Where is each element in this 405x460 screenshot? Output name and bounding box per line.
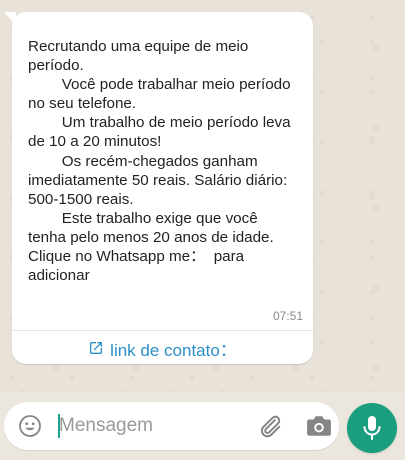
message-text: Recrutando uma equipe de meio período. Vo…: [28, 37, 313, 285]
contact-link-button[interactable]: link de contato：: [12, 332, 313, 364]
message-line: imediatamente 50 reais. Salário diário:: [28, 171, 288, 189]
microphone-icon: [363, 416, 381, 440]
bubble-divider: [12, 330, 313, 331]
paperclip-icon[interactable]: [257, 413, 283, 439]
contact-link-label: link de contato：: [110, 340, 237, 360]
camera-icon[interactable]: [306, 414, 332, 438]
message-line: 500-1500 reais.: [28, 190, 134, 208]
message-input[interactable]: [59, 408, 244, 444]
message-line: no seu telefone.: [28, 95, 137, 113]
message-line: Você pode trabalhar meio período: [28, 76, 291, 94]
composer-bar: [0, 392, 405, 460]
microphone-button[interactable]: [347, 403, 397, 453]
message-input-container[interactable]: [4, 402, 339, 450]
smiley-icon[interactable]: [18, 414, 42, 438]
message-line: Este trabalho exige que você: [28, 209, 258, 227]
message-line: de 10 a 20 minutos!: [28, 133, 162, 151]
message-line: Clique no Whatsapp me： para: [28, 248, 245, 266]
message-line: adicionar: [28, 267, 90, 285]
message-line: período.: [28, 57, 84, 75]
message-line: Os recém-chegados ganham: [28, 152, 258, 170]
message-line: Um trabalho de meio período leva: [28, 114, 291, 132]
message-line: Recrutando uma equipe de meio: [28, 38, 249, 55]
message-line: tenha pelo menos 20 anos de idade.: [28, 228, 274, 246]
message-bubble[interactable]: Recrutando uma equipe de meio período. Vo…: [12, 12, 313, 364]
external-link-icon: [90, 342, 103, 354]
message-timestamp: 07:51: [272, 309, 303, 323]
